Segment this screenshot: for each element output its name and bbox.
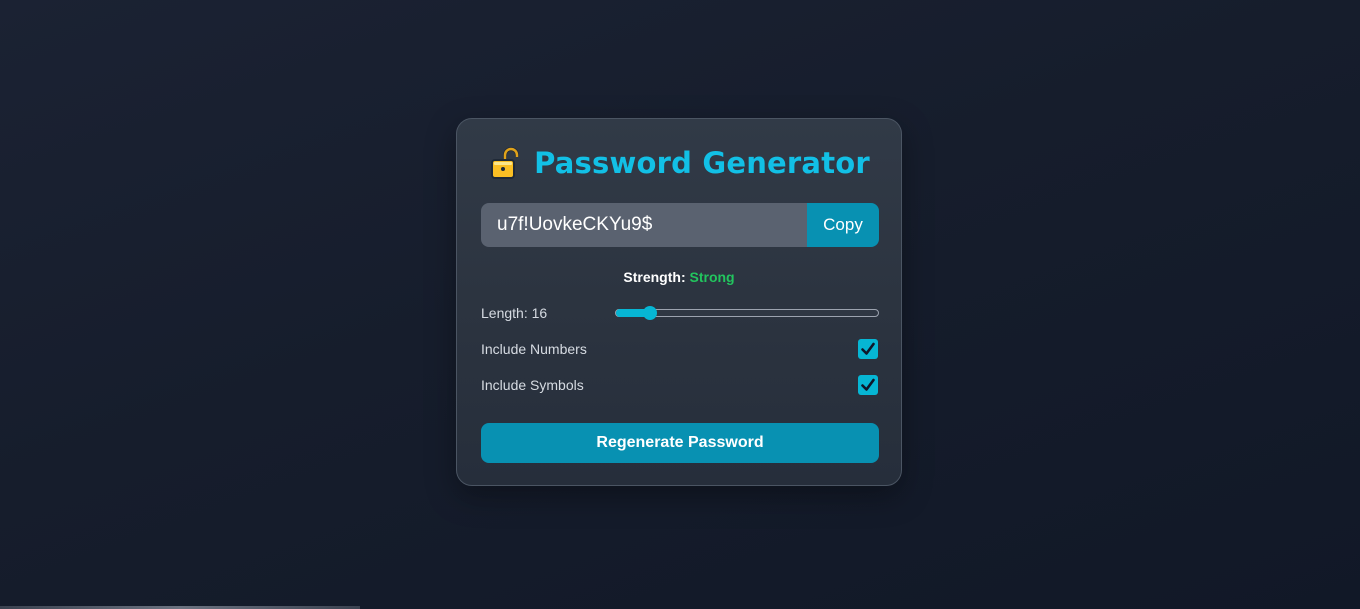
regenerate-password-button[interactable]: Regenerate Password [481, 423, 879, 463]
password-field[interactable] [481, 203, 807, 247]
lock-icon [488, 146, 522, 180]
length-option: Length: 16 [481, 301, 879, 325]
length-label: Length: 16 [481, 305, 548, 321]
symbols-option: Include Symbols [481, 373, 879, 397]
password-output-row: Copy [481, 203, 879, 247]
numbers-option: Include Numbers [481, 337, 879, 361]
password-generator-card: Password Generator Copy Strength: Strong… [456, 118, 902, 486]
include-symbols-checkbox[interactable] [858, 375, 878, 395]
check-icon [861, 342, 875, 355]
length-slider[interactable] [615, 306, 879, 320]
strength-value: Strong [689, 269, 735, 285]
copy-button[interactable]: Copy [807, 203, 879, 247]
check-icon [861, 378, 875, 391]
include-numbers-label: Include Numbers [481, 341, 587, 357]
include-numbers-checkbox[interactable] [858, 339, 878, 359]
strength-indicator: Strength: Strong [457, 269, 901, 285]
slider-thumb[interactable] [643, 306, 658, 320]
page-title: Password Generator [534, 146, 870, 180]
header: Password Generator [457, 143, 901, 183]
strength-label: Strength: [623, 269, 686, 285]
include-symbols-label: Include Symbols [481, 377, 584, 393]
